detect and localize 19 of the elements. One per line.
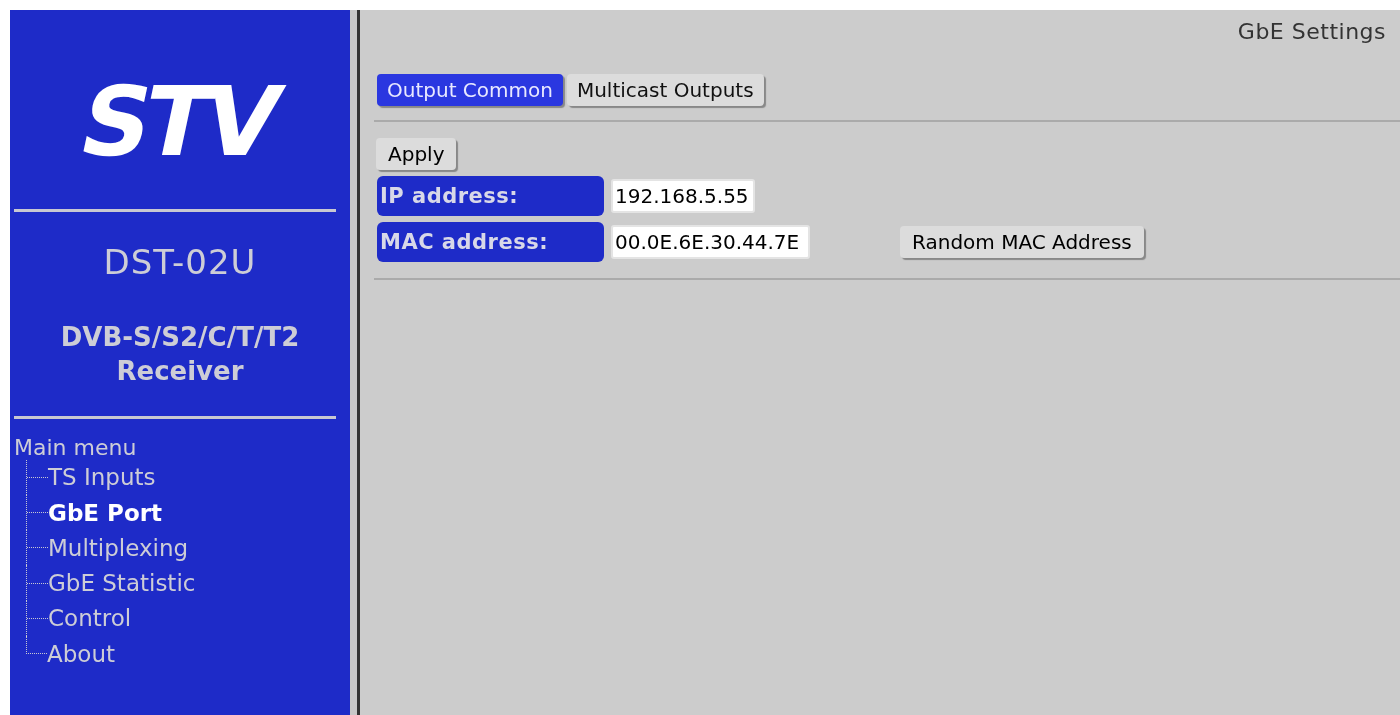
input-field[interactable]: 192.168.5.55: [611, 179, 755, 213]
menu-item[interactable]: Control: [48, 605, 132, 632]
input-field[interactable]: 00.0E.6E.30.44.7E: [611, 225, 810, 259]
menu-item[interactable]: About: [47, 640, 115, 667]
tab[interactable]: Multicast Outputs: [566, 74, 764, 106]
menu-item[interactable]: GbE Statistic: [48, 570, 196, 597]
menu-item[interactable]: TS Inputs: [48, 464, 156, 491]
field-label: MAC address:: [377, 222, 604, 262]
device-description: DVB-S/S2/C/T/T2 Receiver: [59, 320, 301, 388]
menu-item[interactable]: Multiplexing: [48, 534, 189, 561]
tab[interactable]: Output Common: [377, 74, 563, 106]
menu-title: Main menu: [14, 434, 138, 460]
model-name: DST-02U: [103, 241, 257, 282]
page-title: GbE Settings: [1237, 19, 1386, 44]
apply-button[interactable]: Apply: [376, 138, 457, 170]
logo: STV: [68, 70, 287, 176]
random-mac-button[interactable]: Random MAC Address: [900, 226, 1144, 258]
field-label: IP address:: [377, 176, 604, 216]
menu-item[interactable]: GbE Port: [48, 499, 163, 526]
